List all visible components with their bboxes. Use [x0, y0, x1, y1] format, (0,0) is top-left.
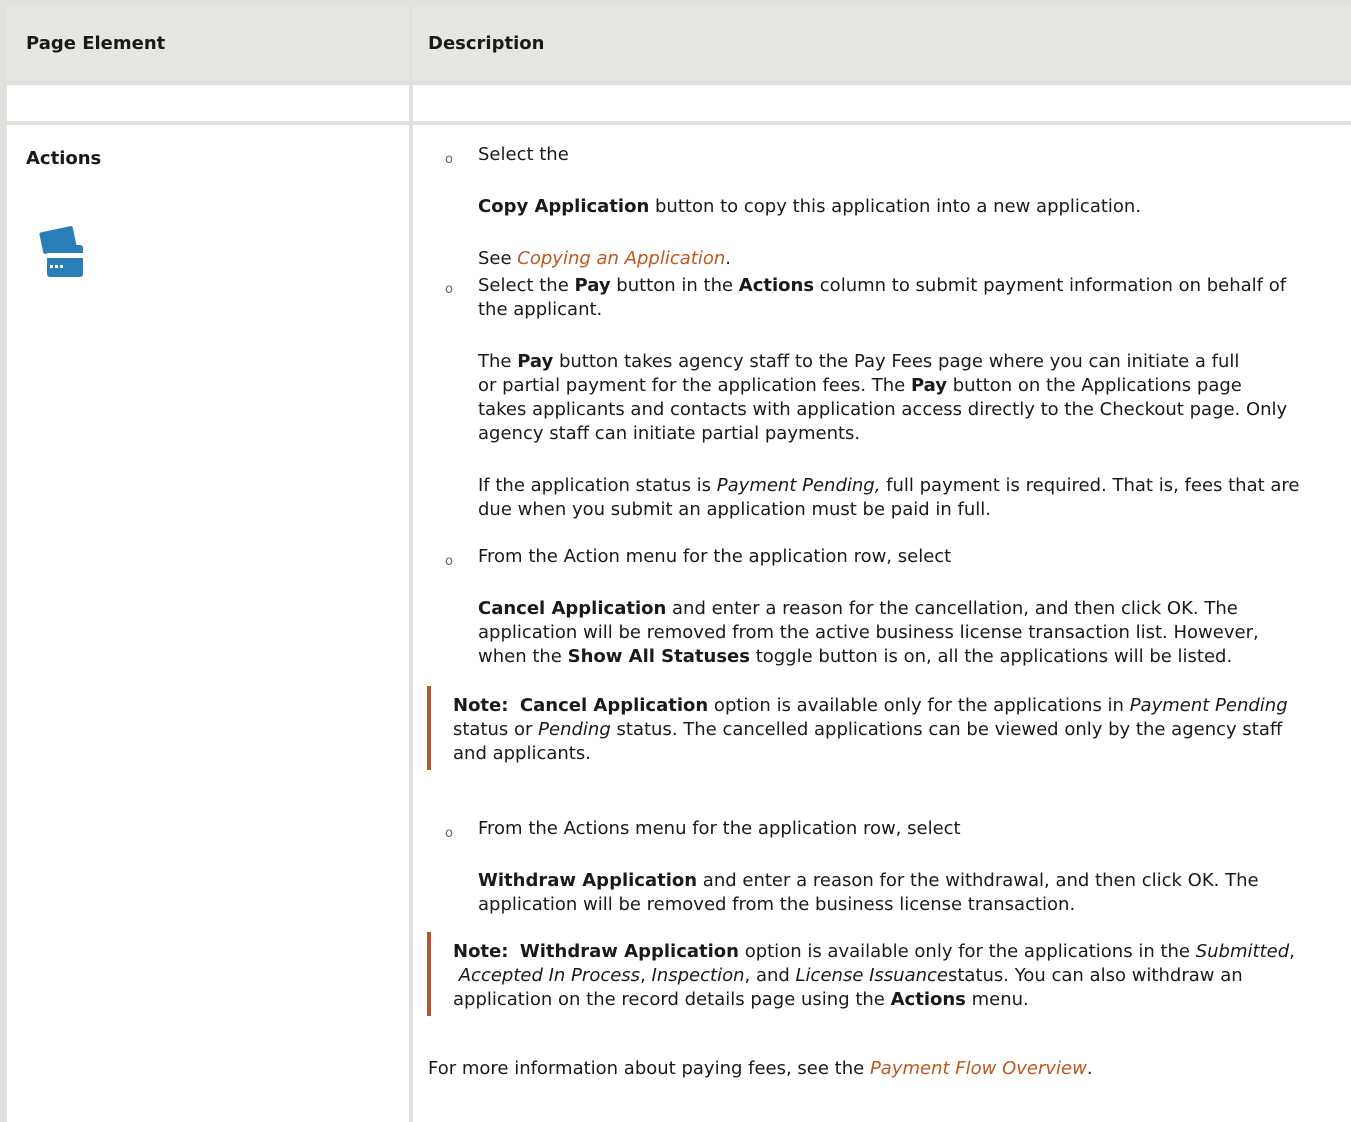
item2-para2: or partial payment for the application f… — [478, 375, 1242, 396]
table-border-top — [0, 0, 1351, 7]
note1-line1: Note: Cancel Application option is avail… — [453, 695, 1288, 716]
row-divider — [0, 121, 1351, 125]
note1-line2: status or Pending status. The cancelled … — [453, 719, 1283, 740]
note2-line2: Accepted In Process, Inspection, and Lic… — [458, 965, 1243, 986]
item1-see: See Copying an Application. — [478, 248, 731, 269]
item3-line2: application will be removed from the act… — [478, 622, 1259, 643]
note-bar — [427, 686, 431, 770]
item2-para1: The Pay button takes agency staff to the… — [478, 351, 1240, 372]
item2-line2: the applicant. — [478, 299, 603, 320]
item3-line1: Cancel Application and enter a reason fo… — [478, 598, 1238, 619]
copying-application-link[interactable]: Copying an Application — [517, 248, 725, 269]
item4-line2: application will be removed from the bus… — [478, 894, 1076, 915]
item3-intro: From the Action menu for the application… — [478, 546, 952, 567]
note2-line1: Note: Withdraw Application option is ava… — [453, 941, 1295, 962]
column-header-description: Description — [428, 33, 545, 54]
bullet: o — [445, 152, 453, 167]
withdraw-application-label: Withdraw Application — [478, 870, 698, 891]
column-divider — [409, 0, 413, 1122]
copy-application-label: Copy Application — [478, 196, 650, 217]
item1-text: Copy Application button to copy this app… — [478, 196, 1142, 217]
item2-para3: takes applicants and contacts with appli… — [478, 399, 1288, 420]
page-element-table: Page Element Description Actions o Selec… — [0, 0, 1351, 1122]
item3-line3: when the Show All Statuses toggle button… — [478, 646, 1233, 667]
row-divider — [0, 81, 1351, 85]
payment-flow-overview-link[interactable]: Payment Flow Overview — [870, 1058, 1087, 1079]
item1-intro: Select the — [478, 144, 569, 165]
note-bar — [427, 932, 431, 1016]
cancel-application-label: Cancel Application — [478, 598, 667, 619]
item2-para4: agency staff can initiate partial paymen… — [478, 423, 861, 444]
note2-line3: application on the record details page u… — [453, 989, 1029, 1010]
row-label-actions: Actions — [26, 148, 102, 169]
item2-status2: due when you submit an application must … — [478, 499, 991, 520]
bullet: o — [445, 826, 453, 841]
item2-line1: Select the Pay button in the Actions col… — [478, 275, 1287, 296]
item2-status1: If the application status is Payment Pen… — [478, 475, 1300, 496]
item4-intro: From the Actions menu for the applicatio… — [478, 818, 961, 839]
note1-line3: and applicants. — [453, 743, 591, 764]
bullet: o — [445, 554, 453, 569]
item4-line1: Withdraw Application and enter a reason … — [478, 870, 1259, 891]
credit-card-icon — [39, 226, 83, 277]
column-header-page-element: Page Element — [26, 33, 166, 54]
table-border-left — [0, 0, 7, 1122]
bullet: o — [445, 282, 453, 297]
footer-text: For more information about paying fees, … — [428, 1058, 1093, 1079]
table-header — [7, 7, 1351, 82]
